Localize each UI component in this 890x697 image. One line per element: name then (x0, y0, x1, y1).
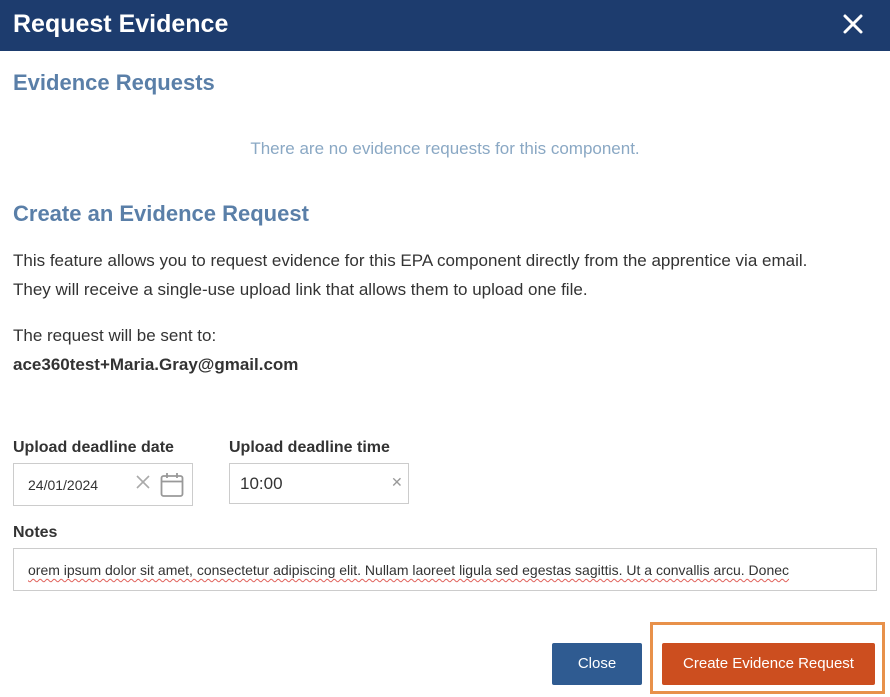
evidence-requests-heading: Evidence Requests (13, 70, 215, 95)
deadline-date-field[interactable]: 24/01/2024 (13, 463, 193, 506)
close-icon[interactable] (840, 11, 866, 37)
deadline-time-field[interactable]: ✕ (229, 463, 409, 504)
deadline-date-value: 24/01/2024 (28, 477, 99, 493)
close-button[interactable]: Close (552, 643, 642, 685)
deadline-time-label: Upload deadline time (229, 439, 390, 456)
notes-value: orem ipsum dolor sit amet, consectetur a… (28, 562, 790, 578)
deadline-time-input[interactable] (240, 473, 380, 495)
recipient-email: ace360test+Maria.Gray@gmail.com (13, 355, 299, 374)
dialog-header: Request Evidence (0, 0, 890, 51)
create-evidence-request-button[interactable]: Create Evidence Request (662, 643, 875, 685)
description-line-1: This feature allows you to request evide… (13, 251, 808, 270)
deadline-date-label: Upload deadline date (13, 439, 174, 456)
create-request-heading: Create an Evidence Request (13, 201, 309, 226)
clear-date-icon[interactable] (136, 475, 150, 489)
empty-requests-message: There are no evidence requests for this … (250, 139, 640, 158)
notes-field[interactable]: orem ipsum dolor sit amet, consectetur a… (13, 548, 877, 591)
dialog-title: Request Evidence (13, 10, 229, 38)
clear-time-icon[interactable]: ✕ (391, 475, 403, 489)
notes-label: Notes (13, 524, 58, 541)
calendar-icon[interactable] (160, 472, 184, 498)
sent-to-label: The request will be sent to: (13, 326, 217, 345)
description-line-2: They will receive a single-use upload li… (13, 280, 588, 299)
